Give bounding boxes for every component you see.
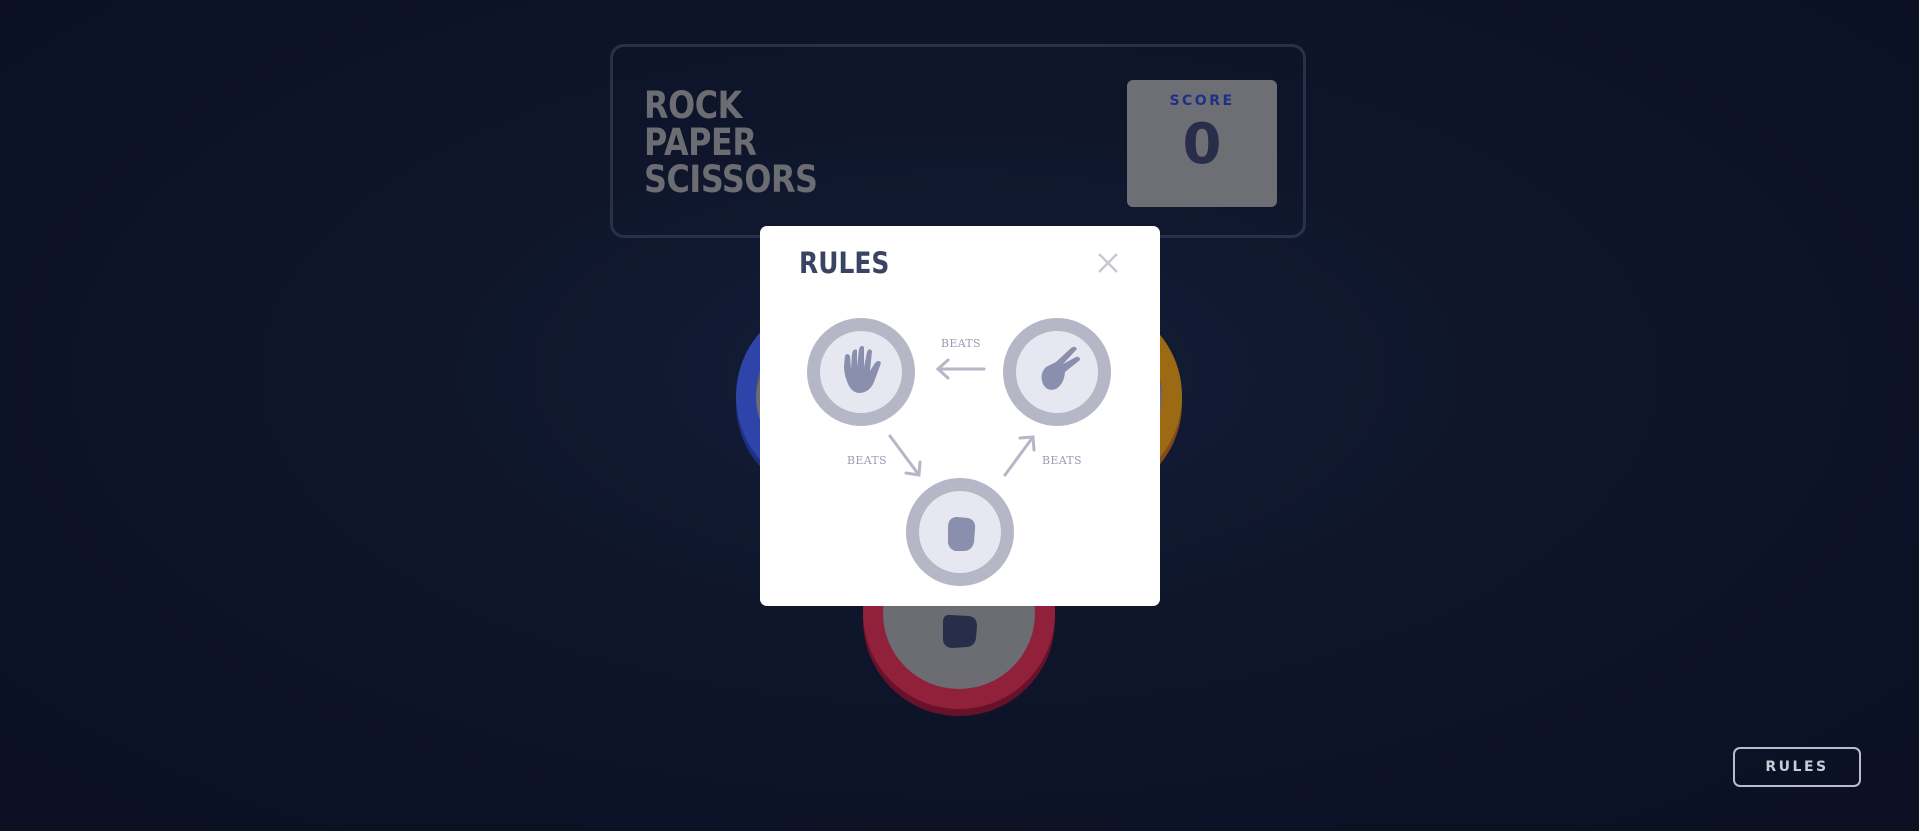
rules-button[interactable]: RULES	[1733, 747, 1861, 787]
beats-label-top: BEATS	[941, 337, 981, 350]
rules-modal: RULES BEATS BEATS BEATS	[760, 226, 1160, 606]
rules-scissors-token	[1003, 318, 1111, 426]
arrow-rock-beats-scissors	[1003, 435, 1036, 477]
rules-paper-token	[807, 318, 915, 426]
arrow-paper-beats-rock	[888, 434, 922, 477]
hand-rock-icon	[947, 517, 976, 551]
rules-rock-token	[906, 478, 1014, 586]
arrow-scissors-beats-paper	[935, 358, 986, 380]
rules-diagram	[807, 318, 1111, 586]
beats-label-right: BEATS	[1042, 454, 1082, 467]
beats-label-left: BEATS	[847, 454, 887, 467]
